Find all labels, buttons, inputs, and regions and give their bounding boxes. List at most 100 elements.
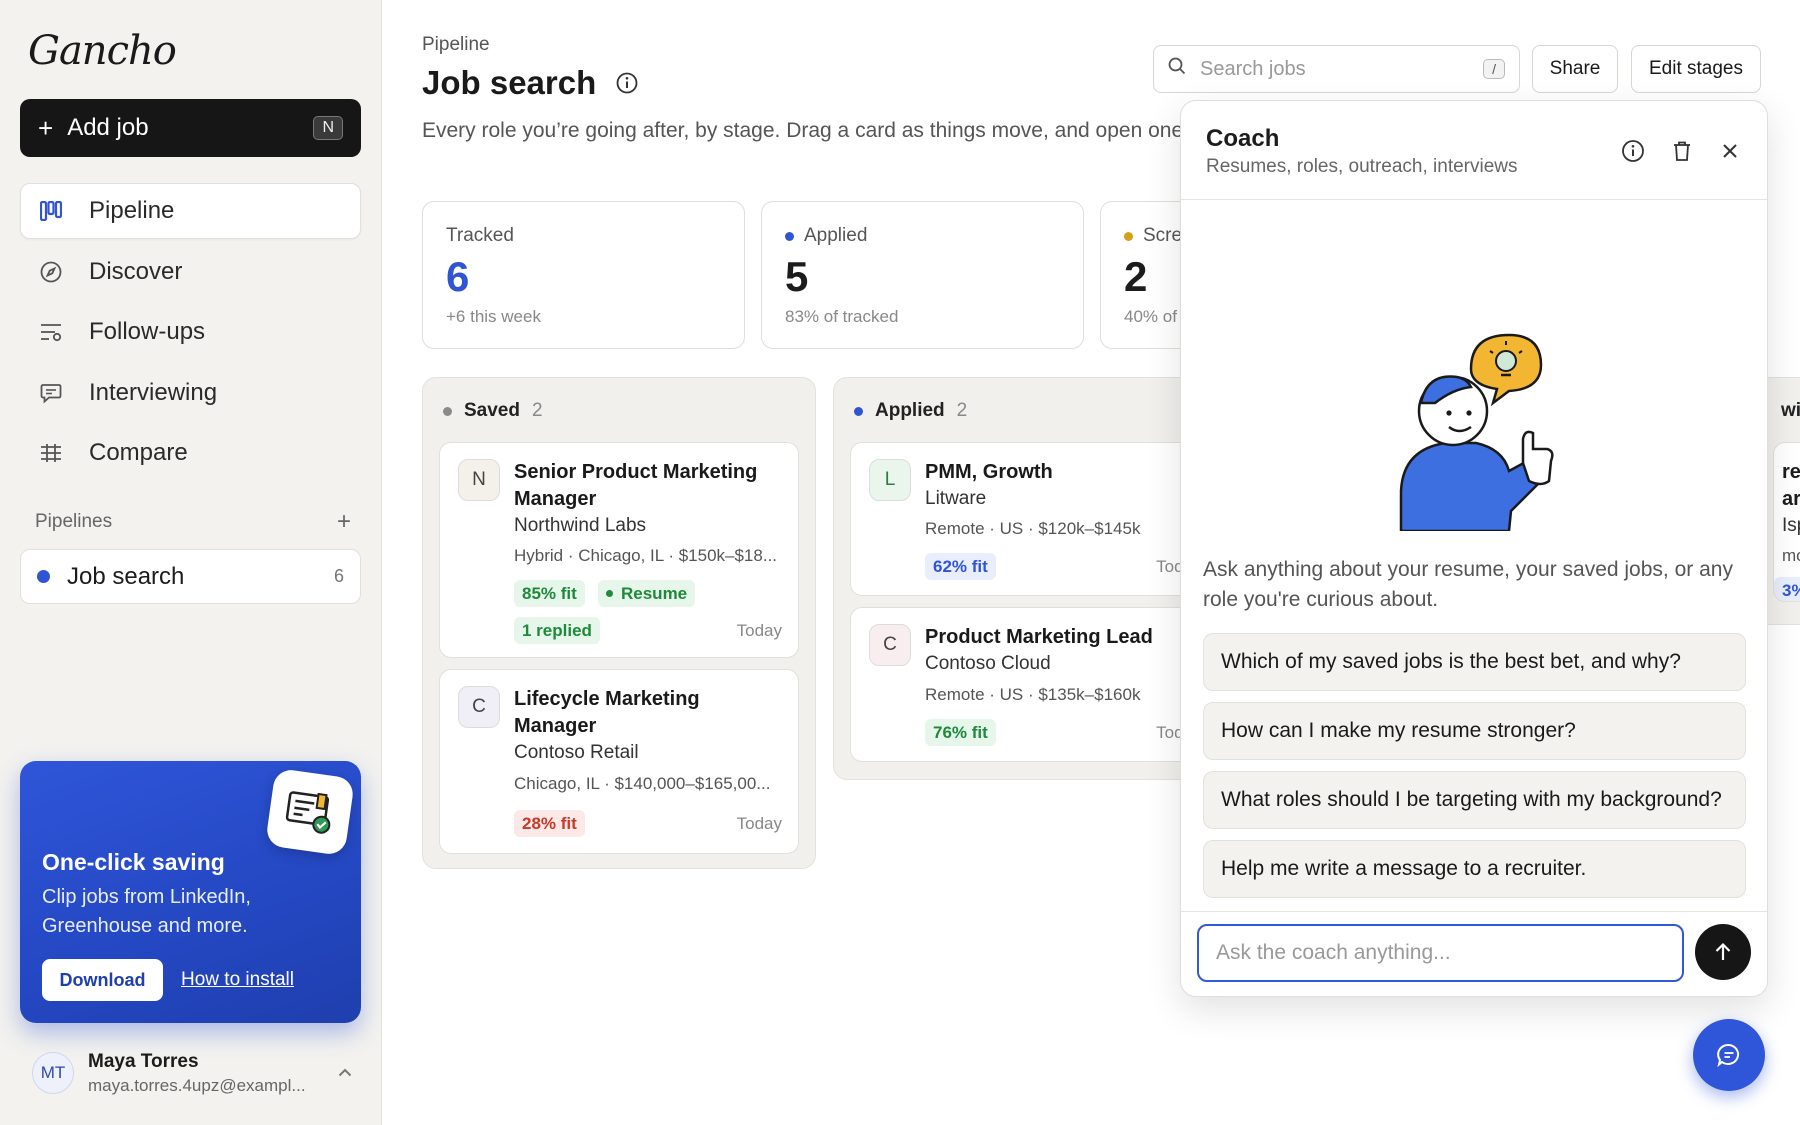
coach-subtitle: Resumes, roles, outreach, interviews	[1206, 156, 1518, 177]
breadcrumb[interactable]: Pipeline	[422, 34, 490, 56]
pipeline-count: 6	[333, 566, 344, 586]
add-job-button[interactable]: + Add job N	[20, 99, 361, 157]
stat-label: Applied	[785, 225, 867, 247]
job-card[interactable]: C Product Marketing Lead Contoso Cloud R…	[850, 607, 1210, 762]
sidebar-item-label: Pipeline	[89, 197, 175, 224]
search-icon	[1168, 57, 1186, 81]
trash-icon[interactable]	[1669, 138, 1695, 164]
open-coach-button[interactable]	[1693, 1019, 1765, 1091]
user-menu[interactable]: MT Maya Torres maya.torres.4upz@exampl..…	[32, 1048, 352, 1098]
job-title: Senior Product Marketing Manager	[514, 461, 758, 510]
stat-card-tracked: Tracked 6 +6 this week	[422, 201, 745, 349]
download-button[interactable]: Download	[42, 959, 163, 1001]
sidebar-item-label: Follow-ups	[89, 318, 206, 345]
add-pipeline-icon[interactable]: +	[337, 508, 351, 536]
coach-panel: Coach Resumes, roles, outreach, intervie…	[1180, 100, 1768, 997]
job-title: rect arke	[1782, 461, 1800, 510]
status-dot	[854, 406, 863, 416]
chat-bubble-icon	[1717, 1043, 1740, 1068]
clip-certificate-icon	[264, 767, 356, 857]
company-badge: C	[458, 686, 500, 728]
coach-message-input[interactable]	[1197, 924, 1684, 982]
kanban-icon	[39, 199, 63, 223]
company-badge: C	[869, 624, 911, 666]
arrow-up-icon	[1715, 942, 1731, 960]
sidebar-item-compare[interactable]: Compare	[20, 425, 361, 481]
close-icon[interactable]	[1717, 138, 1743, 164]
sidebar-item-label: Discover	[89, 257, 183, 285]
fit-badge: 85% fit	[514, 580, 585, 607]
board-column-saved: Saved 2 N Senior Product Marketing Manag…	[422, 377, 816, 869]
company-name: Litware	[925, 488, 987, 509]
job-meta: Hybrid · Chicago, IL · $150k–$18...	[514, 546, 778, 565]
info-icon[interactable]	[616, 64, 638, 102]
sidebar-item-discover[interactable]: Discover	[20, 244, 361, 300]
pipelines-heading: Pipelines +	[35, 508, 351, 536]
column-name: Applied	[875, 400, 945, 421]
app-logo[interactable]: Gancho	[28, 28, 177, 74]
company-name: Northwind Labs	[514, 515, 647, 536]
suggestion-chip[interactable]: How can I make my resume stronger?	[1203, 702, 1746, 760]
resume-tag: Resume	[598, 580, 696, 607]
extension-promo-card: One-click saving Clip jobs from LinkedIn…	[20, 761, 361, 1023]
resume-tag-label: Resume	[621, 583, 688, 603]
fit-badge: 76% fit	[925, 719, 996, 746]
job-meta: Remote · US · $120k–$145k	[925, 519, 1141, 538]
add-job-shortcut: N	[313, 116, 343, 140]
info-icon[interactable]	[1620, 138, 1646, 164]
sidebar-item-follow-ups[interactable]: Follow-ups	[20, 304, 361, 360]
fit-badge: 62% fit	[925, 553, 996, 580]
stat-subtext: 83% of tracked	[785, 307, 899, 326]
search-placeholder: Search jobs	[1200, 57, 1306, 80]
pipeline-label: Job search	[67, 562, 185, 590]
status-dot	[443, 406, 452, 416]
suggestion-chip[interactable]: Help me write a message to a recruiter.	[1203, 840, 1746, 898]
table-grid-icon	[39, 441, 63, 465]
sidebar-item-pipeline[interactable]: Pipeline	[20, 183, 361, 239]
share-button[interactable]: Share	[1532, 45, 1618, 93]
suggestion-chip[interactable]: What roles should I be targeting with my…	[1203, 771, 1746, 829]
job-card[interactable]: N Senior Product Marketing Manager North…	[439, 442, 799, 658]
sidebar-pipeline-job-search[interactable]: Job search 6	[20, 549, 361, 604]
sidebar-item-label: Interviewing	[89, 378, 218, 406]
how-to-install-link[interactable]: How to install	[181, 969, 294, 991]
column-count: 2	[531, 400, 543, 421]
coach-intro-text: Ask anything about your resume, your sav…	[1203, 558, 1733, 611]
search-input[interactable]: Search jobs /	[1153, 45, 1520, 93]
suggestion-chip[interactable]: Which of my saved jobs is the best bet, …	[1203, 633, 1746, 691]
user-email: maya.torres.4upz@exampl...	[88, 1075, 306, 1095]
stat-value: 2	[1124, 253, 1148, 300]
status-dot	[606, 590, 613, 597]
column-header: Saved 2	[443, 400, 543, 422]
column-count: 2	[956, 400, 968, 421]
edit-stages-button[interactable]: Edit stages	[1631, 45, 1761, 93]
status-dot	[785, 231, 794, 241]
user-name: Maya Torres	[88, 1050, 199, 1072]
company-badge: N	[458, 459, 500, 501]
avatar: MT	[32, 1052, 74, 1094]
stat-subtext: +6 this week	[446, 307, 541, 326]
column-name: wing	[1781, 400, 1800, 421]
job-meta: Chicago, IL · $140,000–$165,00...	[514, 774, 771, 793]
send-button[interactable]	[1695, 924, 1751, 980]
stat-subtext: 40% of	[1124, 307, 1177, 326]
job-card[interactable]: L PMM, Growth Litware Remote · US · $120…	[850, 442, 1210, 596]
chevron-up-icon	[338, 1064, 352, 1082]
page-subtitle: Every role you’re going after, by stage.…	[422, 119, 1195, 142]
user-info: Maya Torres maya.torres.4upz@exampl...	[88, 1051, 306, 1096]
page-title-text: Job search	[422, 64, 597, 101]
stat-value: 6	[446, 253, 470, 300]
job-title: Product Marketing Lead	[925, 626, 1153, 648]
sidebar-item-interviewing[interactable]: Interviewing	[20, 365, 361, 421]
job-card[interactable]: rect arke Ispi mote 3% f	[1773, 442, 1800, 602]
job-title: PMM, Growth	[925, 461, 1053, 483]
divider	[1181, 199, 1767, 200]
stat-value: 5	[785, 253, 809, 300]
sidebar-nav: Pipeline Discover Follow-ups Interviewin…	[20, 183, 361, 486]
divider	[1181, 911, 1767, 912]
sidebar: Gancho + Add job N Pipeline Discover Fol…	[0, 0, 382, 1125]
job-card[interactable]: C Lifecycle Marketing Manager Contoso Re…	[439, 669, 799, 854]
status-dot	[1124, 231, 1133, 241]
page-title: Job search	[422, 64, 638, 102]
fit-badge: 3% f	[1774, 577, 1800, 601]
